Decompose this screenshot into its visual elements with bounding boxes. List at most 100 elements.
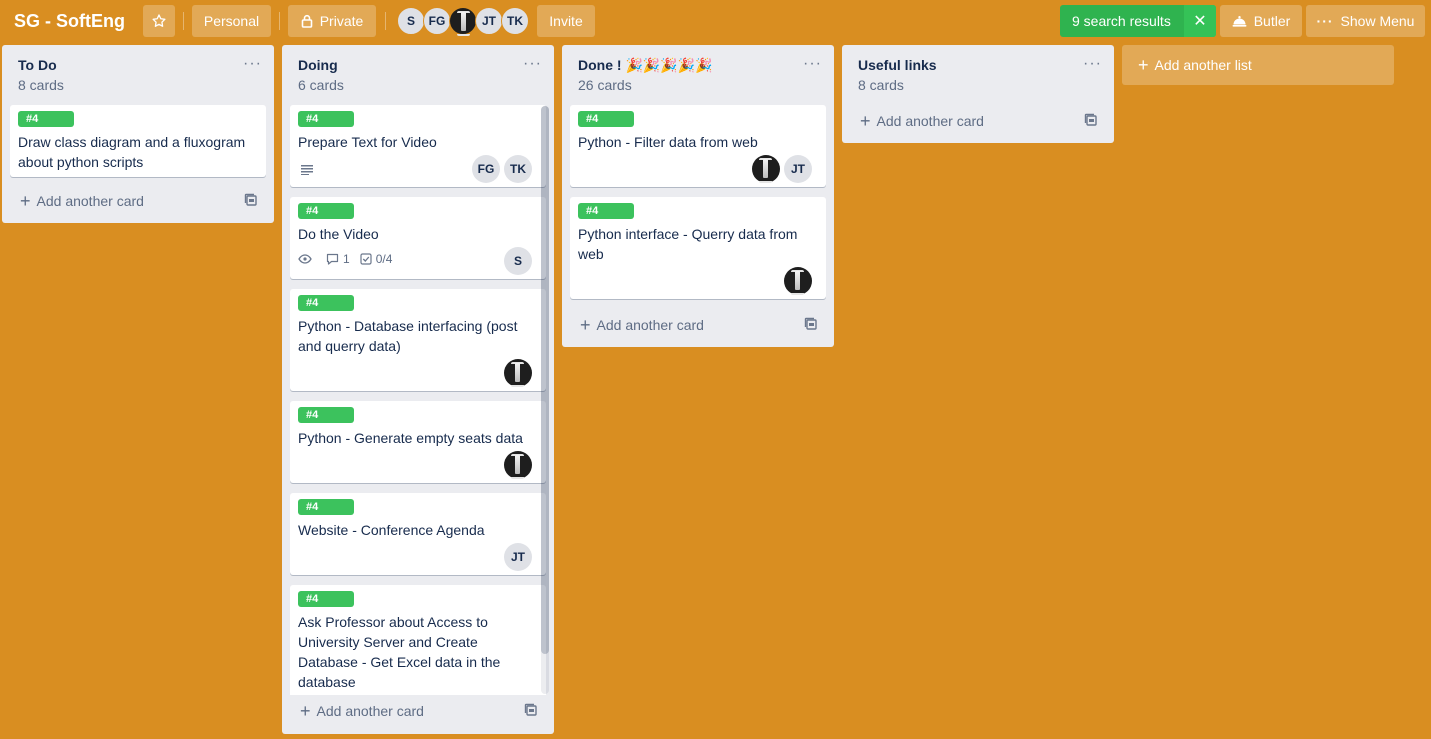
search-results-label: 9 search results (1072, 13, 1171, 29)
member-avatar[interactable]: JT (475, 7, 503, 35)
plus-icon: + (580, 315, 591, 335)
card-member-avatar[interactable] (784, 267, 812, 295)
add-card-button[interactable]: + Add another card (290, 697, 546, 725)
card-count: 26 cards (578, 77, 632, 93)
card-label: #4 (298, 295, 354, 311)
member-avatar[interactable]: FG (423, 7, 451, 35)
member-avatar[interactable] (449, 7, 477, 36)
comments-badge: 1 (326, 252, 350, 266)
list-title[interactable]: Useful links (858, 56, 1098, 74)
star-button[interactable] (143, 5, 175, 37)
card[interactable]: #4 Python interface - Querry data from w… (570, 197, 826, 299)
add-list-button[interactable]: + Add another list (1122, 45, 1394, 85)
list-header: Done ! 🎉🎉🎉🎉🎉 26 cards ··· (562, 45, 834, 101)
personal-label: Personal (203, 13, 260, 29)
header-divider (183, 12, 184, 30)
plus-icon: + (20, 191, 31, 211)
list-useful-links: Useful links 8 cards ··· + Add another c… (842, 45, 1114, 143)
plus-icon: + (860, 111, 871, 131)
card-count: 8 cards (858, 77, 904, 93)
description-icon (301, 162, 313, 178)
card-member-avatar[interactable] (504, 359, 532, 387)
more-icon: ··· (1316, 13, 1334, 29)
card[interactable]: #4 Do the Video 1 0/4 S (290, 197, 546, 279)
card-member-avatar[interactable]: TK (504, 155, 532, 183)
member-avatar[interactable]: S (397, 7, 425, 35)
card-member-avatar[interactable]: JT (784, 155, 812, 183)
checklist-icon (360, 253, 372, 265)
list-title[interactable]: Done ! 🎉🎉🎉🎉🎉 (578, 56, 818, 74)
card-member-avatar[interactable] (504, 451, 532, 479)
card[interactable]: #4 Prepare Text for Video FG TK (290, 105, 546, 187)
card-template-icon[interactable] (244, 193, 258, 210)
card[interactable]: #4 Draw class diagram and a fluxogram ab… (10, 105, 266, 177)
card[interactable]: #4 Website - Conference Agenda JT (290, 493, 546, 575)
lock-icon (301, 14, 313, 28)
list-menu-icon[interactable]: ··· (1083, 55, 1102, 73)
cards-container: #4 Prepare Text for Video FG TK #4 Do th… (282, 45, 554, 695)
card-template-icon[interactable] (524, 703, 538, 720)
card-label: #4 (18, 111, 74, 127)
add-card-button[interactable]: + Add another card (570, 311, 826, 339)
list-scrollbar[interactable] (541, 106, 549, 694)
privacy-button[interactable]: Private (288, 5, 376, 37)
board-title[interactable]: SG - SoftEng (14, 9, 125, 33)
card-title: Python interface - Querry data from web (578, 226, 798, 262)
add-card-button[interactable]: + Add another card (850, 107, 1106, 135)
card-label: #4 (298, 591, 354, 607)
card-member-avatar[interactable]: JT (504, 543, 532, 571)
card-label: #4 (298, 499, 354, 515)
star-icon (152, 14, 166, 27)
team-visibility-button[interactable]: Personal (192, 5, 271, 37)
butler-button[interactable]: Butler (1220, 5, 1302, 37)
card-title: Ask Professor about Access to University… (298, 614, 501, 690)
list-header: Useful links 8 cards ··· (842, 45, 1114, 101)
card-member-avatar[interactable]: FG (472, 155, 500, 183)
card[interactable]: #4 Python - Filter data from web JT (570, 105, 826, 187)
card-title: Python - Database interfacing (post and … (298, 318, 518, 354)
list-menu-icon[interactable]: ··· (803, 55, 822, 73)
add-card-button[interactable]: + Add another card (10, 187, 266, 215)
card-label: #4 (298, 203, 354, 219)
card-count: 8 cards (18, 77, 64, 93)
comment-icon (326, 253, 339, 265)
card-template-icon[interactable] (1084, 113, 1098, 130)
card-label: #4 (298, 111, 354, 127)
list-header: To Do 8 cards ··· (2, 45, 274, 101)
card-label: #4 (578, 111, 634, 127)
close-icon[interactable]: ✕ (1184, 5, 1216, 37)
private-label: Private (319, 13, 364, 29)
card-title: Do the Video (298, 226, 379, 242)
card[interactable]: #4 Python - Generate empty seats data (290, 401, 546, 483)
plus-icon: + (1138, 55, 1149, 75)
header-divider (385, 12, 386, 30)
search-results-button[interactable]: 9 search results ✕ (1060, 5, 1216, 37)
butler-bell-icon (1232, 15, 1247, 27)
card-title: Prepare Text for Video (298, 134, 437, 150)
card[interactable]: #4 Ask Professor about Access to Univers… (290, 585, 546, 695)
list-to-do: To Do 8 cards ··· #4 Draw class diagram … (2, 45, 274, 223)
card-template-icon[interactable] (804, 317, 818, 334)
card-title: Draw class diagram and a fluxogram about… (18, 134, 246, 170)
list-title[interactable]: To Do (18, 56, 258, 74)
plus-icon: + (300, 701, 311, 721)
card-badges: 1 0/4 (298, 252, 402, 266)
list-doing: Doing 6 cards ··· #4 Prepare Text for Vi… (282, 45, 554, 734)
header-divider (279, 12, 280, 30)
card-member-avatar[interactable] (752, 155, 780, 183)
card-title: Python - Generate empty seats data (298, 430, 523, 446)
member-avatar[interactable]: TK (501, 7, 529, 35)
show-menu-button[interactable]: ··· Show Menu (1306, 5, 1425, 37)
checklist-badge: 0/4 (360, 252, 392, 266)
list-done: Done ! 🎉🎉🎉🎉🎉 26 cards ··· #4 Python - Fi… (562, 45, 834, 347)
card-title: Python - Filter data from web (578, 134, 758, 150)
card-title: Website - Conference Agenda (298, 522, 485, 538)
scrollbar-thumb[interactable] (541, 106, 549, 654)
card-label: #4 (298, 407, 354, 423)
card-member-avatar[interactable]: S (504, 247, 532, 275)
board-header: SG - SoftEng Personal Private S FG JT TK… (0, 0, 1431, 42)
list-menu-icon[interactable]: ··· (243, 55, 262, 73)
card[interactable]: #4 Python - Database interfacing (post a… (290, 289, 546, 391)
invite-button[interactable]: Invite (537, 5, 595, 37)
card-label: #4 (578, 203, 634, 219)
